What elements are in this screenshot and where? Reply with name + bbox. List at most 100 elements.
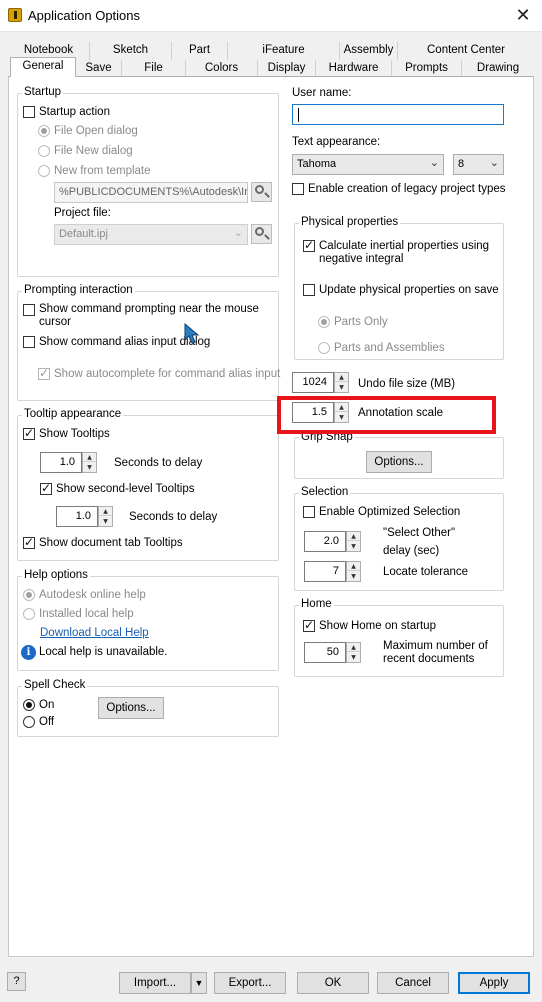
spell-on-label: On bbox=[39, 699, 55, 711]
spin-down-icon[interactable]: ▼ bbox=[347, 572, 360, 581]
font-dropdown[interactable]: Tahoma ⌄ bbox=[292, 154, 444, 175]
local-help-label: Installed local help bbox=[39, 608, 134, 620]
spin-down-icon[interactable]: ▼ bbox=[347, 653, 360, 662]
spin-down-icon[interactable]: ▼ bbox=[83, 463, 96, 472]
tab-ifeature[interactable]: iFeature bbox=[228, 42, 340, 60]
seconds-to-delay-label: Seconds to delay bbox=[114, 457, 203, 469]
startup-action-label: Startup action bbox=[39, 106, 110, 118]
font-size-dropdown[interactable]: 8 ⌄ bbox=[453, 154, 504, 175]
parts-assemblies-radio[interactable] bbox=[318, 342, 330, 354]
optimized-selection-checkbox[interactable] bbox=[303, 506, 315, 518]
tab-general[interactable]: General bbox=[10, 57, 76, 77]
online-help-radio[interactable] bbox=[23, 589, 35, 601]
spin-up-icon[interactable]: ▲ bbox=[347, 532, 360, 541]
new-from-template-label: New from template bbox=[54, 165, 151, 177]
spin-up-icon[interactable]: ▲ bbox=[83, 453, 96, 462]
autocomplete-checkbox[interactable] bbox=[38, 366, 50, 380]
tab-sketch[interactable]: Sketch bbox=[90, 42, 172, 60]
command-prompting-checkbox[interactable] bbox=[23, 304, 35, 316]
startup-action-checkbox[interactable] bbox=[23, 106, 35, 118]
tab-content-center[interactable]: Content Center bbox=[398, 42, 534, 60]
close-icon[interactable]: ✕ bbox=[512, 4, 534, 26]
tab-part[interactable]: Part bbox=[172, 42, 228, 60]
select-other-delay-spin-buttons[interactable]: ▲ ▼ bbox=[346, 531, 361, 552]
spin-down-icon[interactable]: ▼ bbox=[335, 383, 348, 392]
info-icon: i bbox=[21, 645, 36, 660]
local-help-radio[interactable] bbox=[23, 608, 35, 620]
font-size-value: 8 bbox=[458, 158, 465, 170]
tab-assembly[interactable]: Assembly bbox=[340, 42, 398, 60]
spell-off-radio[interactable] bbox=[23, 716, 35, 728]
document-tab-tooltips-checkbox[interactable] bbox=[23, 535, 35, 549]
second-level-tooltips-label: Show second-level Tooltips bbox=[56, 483, 195, 495]
spin-up-icon[interactable]: ▲ bbox=[347, 562, 360, 571]
spell-options-button[interactable]: Options... bbox=[98, 697, 164, 719]
second-level-tooltips-checkbox[interactable] bbox=[40, 481, 52, 495]
undo-size-value[interactable]: 1024 bbox=[292, 372, 334, 393]
tooltip-delay-value[interactable]: 1.0 bbox=[40, 452, 82, 473]
physical-properties-group-label: Physical properties bbox=[299, 216, 401, 228]
command-prompting-label-line2: cursor bbox=[39, 316, 71, 328]
file-new-label: File New dialog bbox=[54, 145, 133, 157]
spin-up-icon[interactable]: ▲ bbox=[335, 373, 348, 382]
font-value: Tahoma bbox=[297, 158, 337, 170]
help-group-label: Help options bbox=[22, 569, 90, 581]
ok-button[interactable]: OK bbox=[297, 972, 369, 994]
optimized-selection-label: Enable Optimized Selection bbox=[319, 506, 461, 518]
user-name-input[interactable] bbox=[292, 104, 504, 125]
new-from-template-radio[interactable] bbox=[38, 165, 50, 177]
spin-up-icon[interactable]: ▲ bbox=[99, 507, 112, 516]
project-file-value: Default.ipj bbox=[59, 228, 108, 240]
show-home-label: Show Home on startup bbox=[319, 620, 436, 632]
inertial-properties-checkbox[interactable] bbox=[303, 238, 315, 252]
selection-group-label: Selection bbox=[299, 486, 351, 498]
export-button[interactable]: Export... bbox=[214, 972, 286, 994]
template-path-field[interactable]: %PUBLICDOCUMENTS%\Autodesk\Inv bbox=[54, 182, 248, 203]
show-tooltips-checkbox[interactable] bbox=[23, 426, 35, 440]
import-button[interactable]: Import... bbox=[119, 972, 191, 994]
alias-input-checkbox[interactable] bbox=[23, 336, 35, 348]
apply-button[interactable]: Apply bbox=[458, 972, 530, 994]
file-open-radio[interactable] bbox=[38, 125, 50, 137]
parts-only-radio[interactable] bbox=[318, 316, 330, 328]
mouse-cursor-icon bbox=[184, 323, 200, 344]
update-physical-label: Update physical properties on save bbox=[319, 284, 499, 296]
file-new-radio[interactable] bbox=[38, 145, 50, 157]
max-recent-value[interactable]: 50 bbox=[304, 642, 346, 663]
download-local-help-link[interactable]: Download Local Help bbox=[40, 627, 149, 639]
file-open-label: File Open dialog bbox=[54, 125, 138, 137]
spell-on-radio[interactable] bbox=[23, 699, 35, 711]
grip-snap-options-button[interactable]: Options... bbox=[366, 451, 432, 473]
locate-tolerance-spin-buttons[interactable]: ▲ ▼ bbox=[346, 561, 361, 582]
max-recent-label-line1: Maximum number of bbox=[383, 640, 488, 652]
cancel-button[interactable]: Cancel bbox=[377, 972, 449, 994]
annotation-scale-highlight bbox=[277, 396, 496, 434]
second-level-delay-spin-buttons[interactable]: ▲ ▼ bbox=[98, 506, 113, 527]
second-level-delay-value[interactable]: 1.0 bbox=[56, 506, 98, 527]
project-browse-button[interactable] bbox=[251, 224, 272, 244]
project-file-dropdown[interactable]: Default.ipj ⌄ bbox=[54, 224, 248, 245]
help-question-icon[interactable]: ? bbox=[7, 972, 26, 991]
inertial-properties-label-line1: Calculate inertial properties using bbox=[319, 240, 490, 252]
chevron-down-icon: ⌄ bbox=[233, 226, 243, 239]
spin-down-icon[interactable]: ▼ bbox=[99, 517, 112, 526]
template-browse-button[interactable] bbox=[251, 182, 272, 202]
spell-off-label: Off bbox=[39, 716, 55, 728]
tooltip-group-label: Tooltip appearance bbox=[22, 408, 124, 420]
prompting-group-label: Prompting interaction bbox=[22, 284, 135, 296]
max-recent-spin-buttons[interactable]: ▲ ▼ bbox=[346, 642, 361, 663]
locate-tolerance-label: Locate tolerance bbox=[383, 566, 469, 578]
chevron-down-icon: ⌄ bbox=[489, 156, 499, 169]
spin-up-icon[interactable]: ▲ bbox=[347, 643, 360, 652]
tooltip-delay-spin-buttons[interactable]: ▲ ▼ bbox=[82, 452, 97, 473]
locate-tolerance-value[interactable]: 7 bbox=[304, 561, 346, 582]
select-other-delay-value[interactable]: 2.0 bbox=[304, 531, 346, 552]
show-home-checkbox[interactable] bbox=[303, 618, 315, 632]
legacy-projects-checkbox[interactable] bbox=[292, 183, 304, 195]
spin-down-icon[interactable]: ▼ bbox=[347, 542, 360, 551]
update-physical-checkbox[interactable] bbox=[303, 284, 315, 296]
undo-size-spin-buttons[interactable]: ▲ ▼ bbox=[334, 372, 349, 393]
online-help-label: Autodesk online help bbox=[39, 589, 146, 601]
command-prompting-label-line1: Show command prompting near the mouse bbox=[39, 303, 259, 315]
import-dropdown-arrow-icon[interactable]: ▼ bbox=[191, 972, 207, 994]
